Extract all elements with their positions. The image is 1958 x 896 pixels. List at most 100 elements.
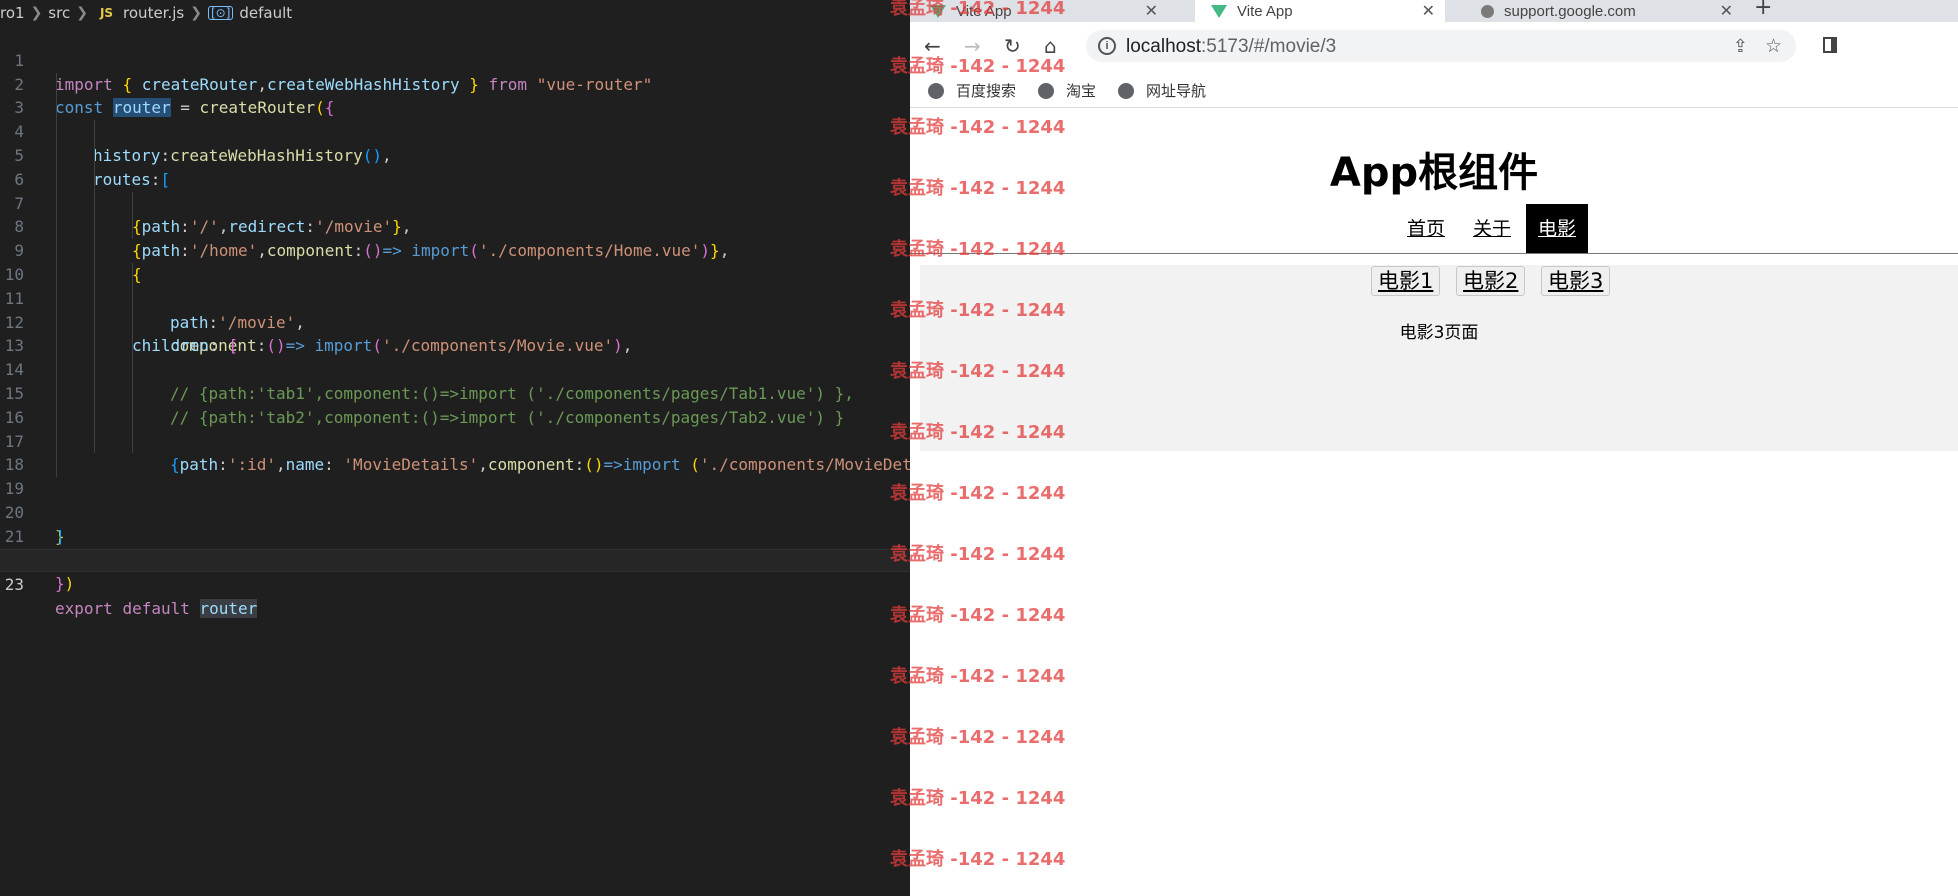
tab-title: Vite App xyxy=(956,2,1012,20)
indent-guide xyxy=(56,72,57,97)
browser-window: Vite App ✕ Vite App ✕ support.google.com… xyxy=(910,0,1958,896)
symbol-variable-icon: [⊙] xyxy=(207,6,234,20)
browser-toolbar: ← → ↻ ⌂ i localhost:5173/#/movie/3 ⇪ ☆ xyxy=(910,22,1958,72)
divider xyxy=(910,253,1958,254)
indent-guide xyxy=(132,429,133,454)
indent-guide xyxy=(56,358,57,382)
code-line[interactable]: 14 {path:':id',name: 'MovieDetails',comp… xyxy=(0,334,910,474)
main-nav: 首页 关于 电影 xyxy=(910,204,1958,254)
code-token: ) xyxy=(64,574,75,594)
code-line[interactable]: 10 children: [ xyxy=(0,239,910,355)
movie-panel: 电影1 电影2 电影3 电影3页面 xyxy=(920,265,1958,451)
nav-link-movie[interactable]: 电影 xyxy=(1526,204,1589,254)
url-text[interactable]: localhost:5173/#/movie/3 xyxy=(1126,36,1336,58)
indent-guide xyxy=(132,405,133,430)
address-bar[interactable]: i localhost:5173/#/movie/3 ⇪ ☆ xyxy=(1086,30,1796,62)
indent-guide xyxy=(56,215,57,240)
info-icon[interactable]: i xyxy=(1098,37,1116,55)
browser-tab-active[interactable]: Vite App ✕ xyxy=(1195,0,1445,22)
globe-icon xyxy=(1038,82,1054,99)
indent-guide xyxy=(56,453,57,478)
code-line[interactable]: 21 xyxy=(0,501,910,546)
indent-guide xyxy=(94,167,95,192)
close-icon[interactable]: ✕ xyxy=(1422,1,1435,21)
breadcrumb-src[interactable]: src xyxy=(48,4,70,22)
indent-guide xyxy=(56,96,57,121)
indent-guide xyxy=(94,429,95,454)
movie-link-1[interactable]: 电影1 xyxy=(1371,266,1441,296)
code-line[interactable]: 19 } xyxy=(0,453,910,546)
indent-guide xyxy=(56,191,57,216)
globe-icon xyxy=(928,82,944,99)
share-icon[interactable]: ⇪ xyxy=(1733,36,1748,57)
code-line[interactable]: 13 xyxy=(0,310,910,355)
indent-guide xyxy=(94,334,95,359)
indent-guide xyxy=(94,381,95,406)
browser-tab[interactable]: support.google.com ✕ xyxy=(1481,0,1743,22)
code-line[interactable]: 18 ] xyxy=(0,429,910,570)
home-icon[interactable]: ⌂ xyxy=(1044,34,1057,58)
chevron-right-icon: ❯ xyxy=(30,5,43,21)
code-line[interactable]: 12 // {path:'tab2',component:()=>import … xyxy=(0,286,910,427)
bookmark-item[interactable]: 网址导航 xyxy=(1118,80,1206,101)
js-file-icon: JS xyxy=(99,6,114,20)
movie-link-3[interactable]: 电影3 xyxy=(1541,266,1611,296)
code-line[interactable]: 4 routes:[ xyxy=(0,96,910,189)
nav-link-home[interactable]: 首页 xyxy=(1407,204,1445,254)
breadcrumb-file[interactable]: router.js xyxy=(123,4,184,22)
movie-link-2[interactable]: 电影2 xyxy=(1456,266,1526,296)
code-line[interactable]: 9 component:()=> import('./components/Mo… xyxy=(0,215,910,355)
code-line[interactable]: 2 const router = createRouter({ xyxy=(0,49,910,118)
indent-guide xyxy=(94,143,95,168)
indent-guide xyxy=(132,358,133,382)
url-path: :5173/#/movie/3 xyxy=(1201,36,1337,57)
page-title: App根组件 xyxy=(1329,150,1539,196)
breadcrumb-symbol[interactable]: default xyxy=(239,4,292,22)
code-line[interactable]: 22 }) xyxy=(0,525,910,594)
close-icon[interactable]: ✕ xyxy=(1145,1,1158,21)
code-line-active[interactable]: 23 export default router xyxy=(0,548,910,619)
code-line[interactable]: 3 history:createWebHashHistory(), xyxy=(0,72,910,165)
side-panel-icon[interactable] xyxy=(1823,37,1837,53)
forward-arrow-icon[interactable]: → xyxy=(964,34,981,58)
code-line[interactable]: 6 {path:'/home',component:()=> import('.… xyxy=(0,143,910,260)
indent-guide xyxy=(56,429,57,454)
globe-icon xyxy=(1481,4,1494,18)
code-line[interactable]: 5 {path:'/',redirect:'/movie'}, xyxy=(0,120,910,236)
breadcrumb-project[interactable]: ro1 xyxy=(0,4,25,22)
bookmark-item[interactable]: 百度搜索 xyxy=(928,80,1016,101)
code-line[interactable]: 7 { xyxy=(0,167,910,284)
indent-guide xyxy=(94,405,95,430)
close-icon[interactable]: ✕ xyxy=(1720,1,1733,21)
code-line[interactable]: 15 xyxy=(0,358,910,403)
bookmark-item[interactable]: 淘宝 xyxy=(1038,80,1096,101)
tab-strip: Vite App ✕ Vite App ✕ support.google.com… xyxy=(910,0,1958,22)
code-line[interactable]: 8 path:'/movie', xyxy=(0,191,910,332)
code-line[interactable]: 16 xyxy=(0,381,910,427)
indent-guide xyxy=(56,310,57,335)
code-line[interactable]: 11 // {path:'tab1',component:()=>import … xyxy=(0,262,910,403)
breadcrumb: ro1 ❯ src ❯ JS router.js ❯ [⊙] default xyxy=(0,0,910,26)
vue-logo-icon xyxy=(1211,4,1227,18)
bookmark-star-icon[interactable]: ☆ xyxy=(1765,35,1782,57)
tab-title: support.google.com xyxy=(1504,2,1636,20)
movie-detail-text: 电影3页面 xyxy=(1399,323,1479,343)
code-editor[interactable]: ro1 ❯ src ❯ JS router.js ❯ [⊙] default 1… xyxy=(0,0,910,896)
code-line[interactable]: 17 xyxy=(0,405,910,451)
code-line[interactable]: 20 ] xyxy=(0,477,910,546)
code-area[interactable]: 1 import { createRouter,createWebHashHis… xyxy=(0,25,910,619)
indent-guide xyxy=(56,262,57,287)
indent-guide xyxy=(56,239,57,263)
code-line[interactable]: 1 import { createRouter,createWebHashHis… xyxy=(0,25,910,94)
indent-guide xyxy=(56,334,57,359)
browser-tab[interactable]: Vite App ✕ xyxy=(930,0,1168,22)
indent-guide xyxy=(94,191,95,216)
chevron-right-icon: ❯ xyxy=(190,5,202,21)
code-token: router xyxy=(199,599,258,619)
nav-link-about[interactable]: 关于 xyxy=(1473,204,1511,254)
back-arrow-icon[interactable]: ← xyxy=(924,34,941,58)
new-tab-button[interactable]: + xyxy=(1754,0,1772,20)
indent-guide xyxy=(94,286,95,311)
indent-guide xyxy=(94,120,95,144)
reload-icon[interactable]: ↻ xyxy=(1004,34,1021,58)
